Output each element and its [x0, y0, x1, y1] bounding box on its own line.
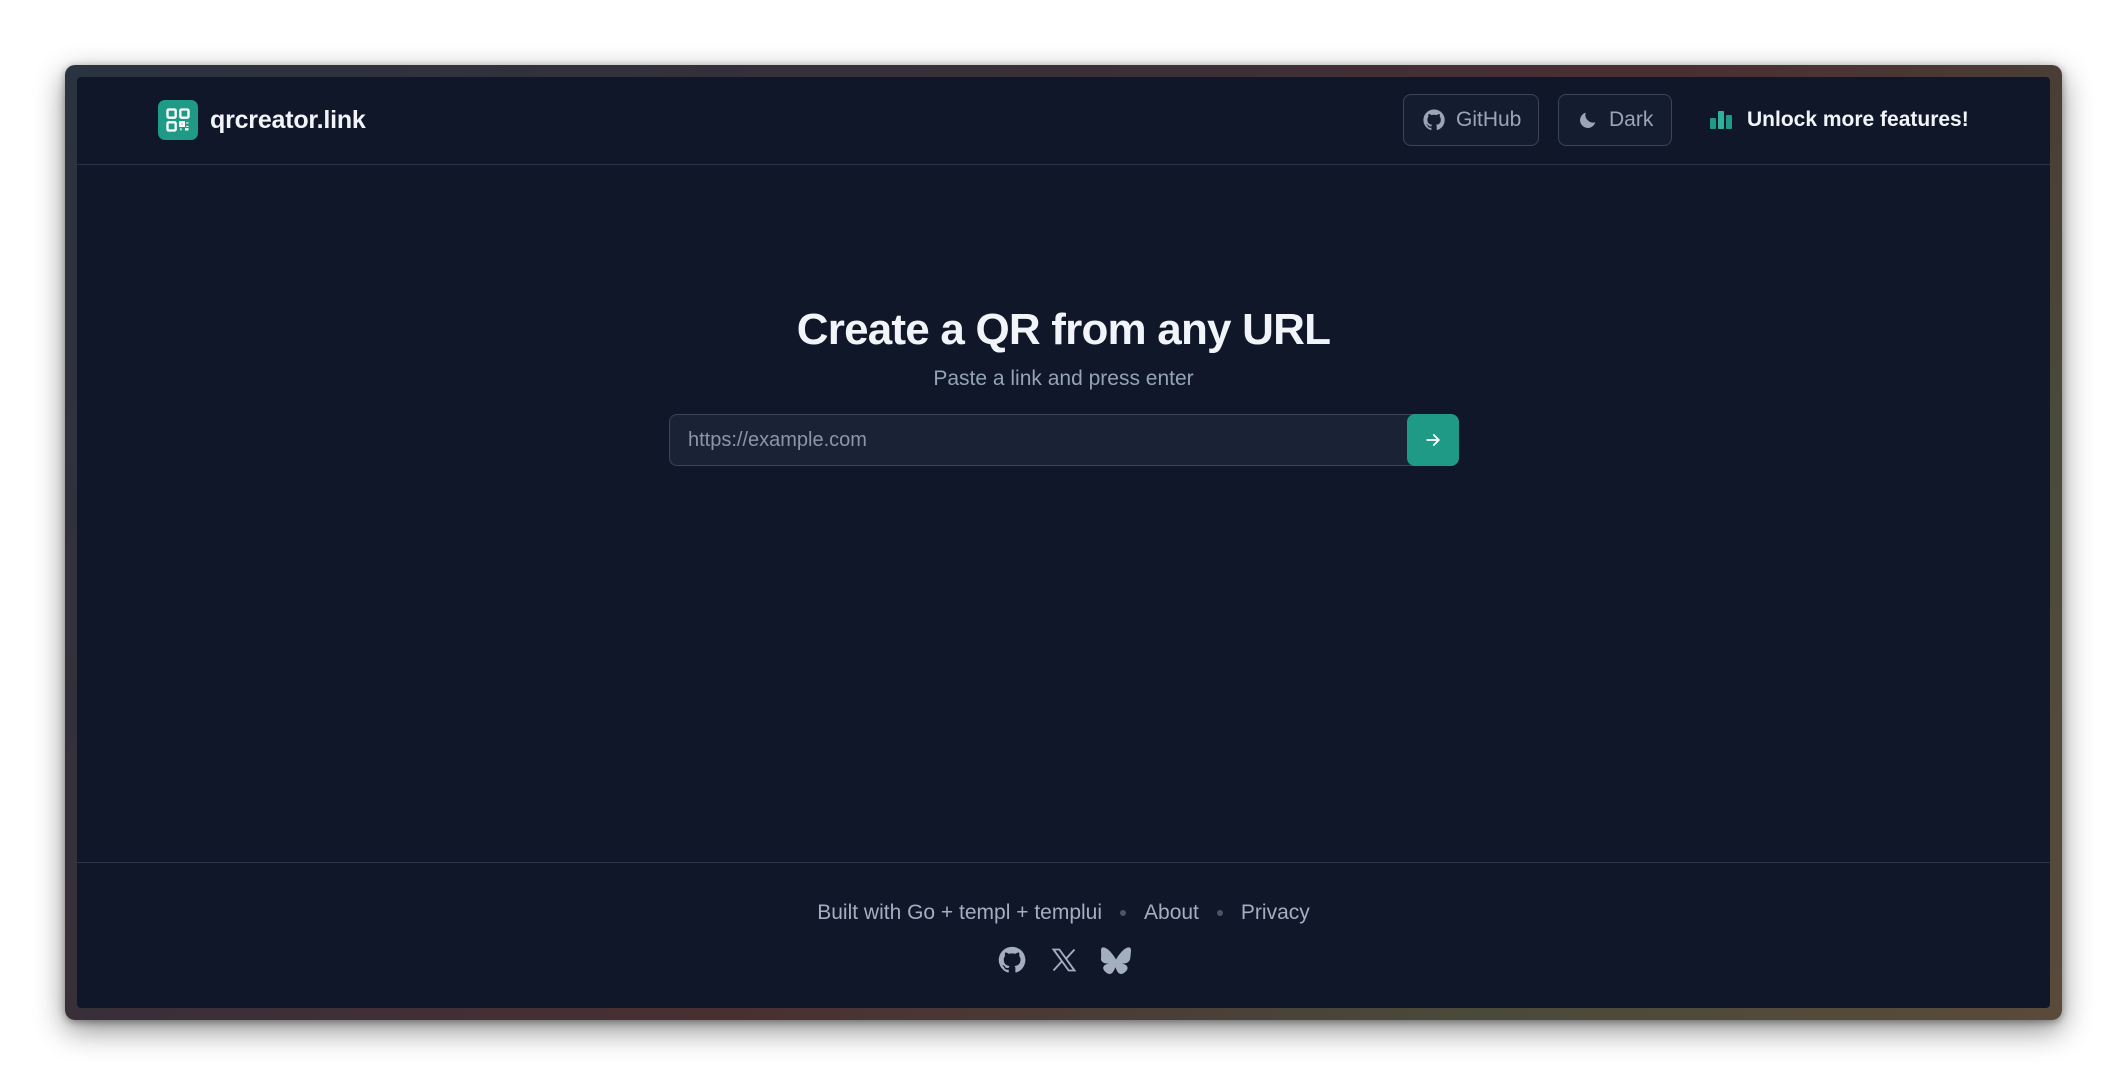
- qr-logo-icon: [158, 100, 198, 140]
- top-header: qrcreator.link GitHub Dark Unlock more f…: [77, 77, 2050, 165]
- footer: Built with Go + templ + templui About Pr…: [77, 862, 2050, 1008]
- arrow-right-icon: [1423, 430, 1443, 450]
- url-form: [669, 414, 1459, 466]
- footer-links: Built with Go + templ + templui About Pr…: [77, 901, 2050, 925]
- theme-toggle-button[interactable]: Dark: [1558, 94, 1672, 146]
- x-icon[interactable]: [1049, 945, 1079, 975]
- window-frame: qrcreator.link GitHub Dark Unlock more f…: [65, 65, 2062, 1020]
- url-input[interactable]: [669, 414, 1414, 466]
- hero: Create a QR from any URL Paste a link an…: [77, 305, 2050, 391]
- about-link[interactable]: About: [1144, 901, 1199, 925]
- github-icon: [1422, 108, 1446, 132]
- app-window: qrcreator.link GitHub Dark Unlock more f…: [77, 77, 2050, 1008]
- unlock-features-link[interactable]: Unlock more features!: [1709, 94, 1969, 146]
- submit-button[interactable]: [1407, 414, 1459, 466]
- moon-icon: [1577, 109, 1599, 131]
- social-links: [77, 945, 2050, 975]
- github-button[interactable]: GitHub: [1403, 94, 1539, 146]
- built-with-text: Built with Go + templ + templui: [817, 901, 1103, 924]
- github-label: GitHub: [1456, 108, 1522, 131]
- bluesky-icon[interactable]: [1100, 945, 1131, 975]
- brand[interactable]: qrcreator.link: [158, 100, 366, 140]
- chart-bars-icon: [1709, 108, 1735, 132]
- privacy-link[interactable]: Privacy: [1241, 901, 1310, 925]
- page-title: Create a QR from any URL: [796, 305, 1331, 354]
- separator-dot: [1120, 910, 1127, 916]
- theme-label: Dark: [1609, 108, 1654, 131]
- github-icon[interactable]: [997, 945, 1027, 975]
- page-subtitle: Paste a link and press enter: [933, 367, 1194, 390]
- unlock-label: Unlock more features!: [1747, 108, 1969, 131]
- separator-dot: [1216, 910, 1223, 916]
- brand-name: qrcreator.link: [210, 105, 366, 134]
